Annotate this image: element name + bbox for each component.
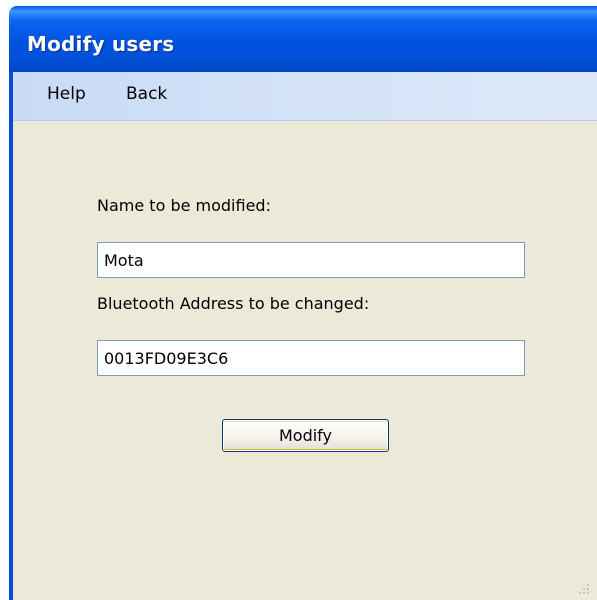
modify-users-window: Modify users Help Back Name to be modifi… (9, 6, 597, 600)
bluetooth-address-input[interactable] (97, 340, 525, 376)
bluetooth-address-label: Bluetooth Address to be changed: (97, 294, 370, 313)
menu-bar: Help Back (13, 72, 597, 121)
modify-button[interactable]: Modify (222, 419, 389, 452)
menu-item-back[interactable]: Back (126, 84, 167, 104)
form-panel: Name to be modified: Bluetooth Address t… (13, 121, 597, 600)
menu-item-help[interactable]: Help (47, 84, 86, 104)
name-label: Name to be modified: (97, 196, 271, 215)
resize-grip-icon[interactable] (577, 582, 591, 596)
title-bar[interactable]: Modify users (9, 6, 597, 72)
name-input[interactable] (97, 242, 525, 278)
window-title: Modify users (27, 32, 175, 56)
